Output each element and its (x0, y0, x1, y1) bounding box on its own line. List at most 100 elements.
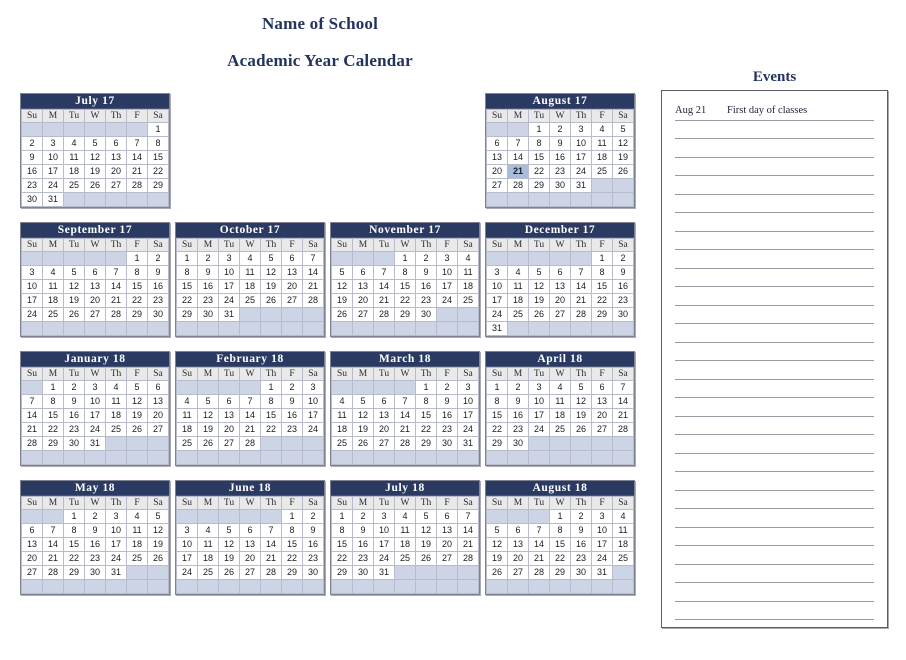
day-cell[interactable]: 25 (42, 307, 64, 322)
day-cell[interactable]: 3 (457, 380, 479, 395)
day-cell[interactable]: 10 (570, 136, 592, 151)
day-cell[interactable]: 30 (549, 178, 571, 193)
day-cell[interactable]: 3 (84, 380, 106, 395)
day-cell[interactable]: 6 (549, 265, 571, 280)
day-cell[interactable]: 8 (176, 265, 198, 280)
day-cell[interactable]: 24 (42, 178, 64, 193)
day-cell[interactable]: 25 (591, 164, 613, 179)
day-cell[interactable]: 17 (486, 293, 508, 308)
day-cell[interactable]: 31 (457, 436, 479, 451)
day-cell[interactable]: 1 (591, 251, 613, 266)
day-cell[interactable]: 30 (352, 565, 374, 580)
day-cell[interactable]: 23 (549, 164, 571, 179)
day-cell[interactable]: 24 (105, 551, 127, 566)
day-cell[interactable]: 15 (147, 150, 169, 165)
day-cell[interactable]: 16 (63, 408, 85, 423)
day-cell[interactable]: 2 (147, 251, 169, 266)
day-cell[interactable]: 28 (528, 565, 550, 580)
day-cell[interactable]: 30 (197, 307, 219, 322)
day-cell[interactable]: 20 (21, 551, 43, 566)
day-cell[interactable]: 31 (570, 178, 592, 193)
day-cell[interactable]: 10 (302, 394, 324, 409)
day-cell[interactable]: 16 (84, 537, 106, 552)
day-cell[interactable]: 25 (239, 293, 261, 308)
day-cell[interactable]: 9 (197, 265, 219, 280)
day-cell[interactable]: 10 (218, 265, 240, 280)
day-cell[interactable]: 28 (570, 307, 592, 322)
day-cell[interactable]: 28 (21, 436, 43, 451)
day-cell[interactable]: 24 (84, 422, 106, 437)
day-cell[interactable]: 27 (549, 307, 571, 322)
day-cell[interactable]: 23 (612, 293, 634, 308)
day-cell[interactable]: 21 (570, 293, 592, 308)
day-cell[interactable]: 13 (147, 394, 169, 409)
day-cell[interactable]: 31 (486, 321, 508, 336)
event-line[interactable] (675, 195, 874, 213)
event-line[interactable] (675, 417, 874, 435)
day-cell[interactable]: 8 (528, 136, 550, 151)
day-cell[interactable]: 26 (612, 164, 634, 179)
day-cell[interactable]: 15 (486, 408, 508, 423)
day-cell[interactable]: 11 (239, 265, 261, 280)
day-cell[interactable]: 23 (302, 551, 324, 566)
day-cell[interactable]: 1 (260, 380, 282, 395)
day-cell[interactable]: 21 (394, 422, 416, 437)
day-cell[interactable]: 17 (436, 279, 458, 294)
day-cell[interactable]: 28 (42, 565, 64, 580)
day-cell[interactable]: 21 (105, 293, 127, 308)
day-cell[interactable]: 30 (63, 436, 85, 451)
day-cell[interactable]: 31 (105, 565, 127, 580)
day-cell[interactable]: 24 (436, 293, 458, 308)
day-cell[interactable]: 16 (147, 279, 169, 294)
day-cell[interactable]: 14 (42, 537, 64, 552)
day-cell[interactable]: 19 (63, 293, 85, 308)
day-cell[interactable]: 11 (331, 408, 353, 423)
day-cell[interactable]: 1 (486, 380, 508, 395)
day-cell[interactable]: 2 (570, 509, 592, 524)
event-line[interactable] (675, 472, 874, 491)
day-cell[interactable]: 3 (21, 265, 43, 280)
day-cell[interactable]: 5 (260, 251, 282, 266)
day-cell[interactable]: 7 (612, 380, 634, 395)
day-cell[interactable]: 13 (549, 279, 571, 294)
day-cell[interactable]: 25 (105, 422, 127, 437)
day-cell[interactable]: 4 (591, 122, 613, 137)
day-cell[interactable]: 23 (84, 551, 106, 566)
day-cell[interactable]: 25 (457, 293, 479, 308)
day-cell[interactable]: 13 (507, 537, 529, 552)
day-cell[interactable]: 13 (218, 408, 240, 423)
day-cell[interactable]: 1 (147, 122, 169, 137)
day-cell[interactable]: 30 (84, 565, 106, 580)
day-cell[interactable]: 20 (239, 551, 261, 566)
day-cell[interactable]: 1 (126, 251, 148, 266)
day-cell[interactable]: 13 (352, 279, 374, 294)
day-cell[interactable]: 12 (415, 523, 437, 538)
day-cell[interactable]: 18 (549, 408, 571, 423)
day-cell[interactable]: 18 (42, 293, 64, 308)
day-cell[interactable]: 9 (84, 523, 106, 538)
day-cell[interactable]: 12 (63, 279, 85, 294)
day-cell[interactable]: 12 (528, 279, 550, 294)
day-cell[interactable]: 7 (105, 265, 127, 280)
day-cell[interactable]: 23 (415, 293, 437, 308)
day-cell[interactable]: 1 (528, 122, 550, 137)
day-cell[interactable]: 20 (507, 551, 529, 566)
day-cell[interactable]: 1 (63, 509, 85, 524)
day-cell[interactable]: 7 (570, 265, 592, 280)
day-cell[interactable]: 27 (352, 307, 374, 322)
day-cell[interactable]: 2 (415, 251, 437, 266)
day-cell[interactable]: 21 (260, 551, 282, 566)
day-cell[interactable]: 13 (105, 150, 127, 165)
day-cell[interactable]: 4 (176, 394, 198, 409)
day-cell[interactable]: 5 (612, 122, 634, 137)
day-cell[interactable]: 2 (84, 509, 106, 524)
day-cell[interactable]: 3 (591, 509, 613, 524)
day-cell[interactable]: 30 (147, 307, 169, 322)
day-cell[interactable]: 31 (373, 565, 395, 580)
day-cell[interactable]: 15 (331, 537, 353, 552)
day-cell[interactable]: 4 (63, 136, 85, 151)
day-cell[interactable]: 20 (373, 422, 395, 437)
day-cell[interactable]: 13 (281, 265, 303, 280)
day-cell[interactable]: 2 (352, 509, 374, 524)
day-cell[interactable]: 7 (457, 509, 479, 524)
